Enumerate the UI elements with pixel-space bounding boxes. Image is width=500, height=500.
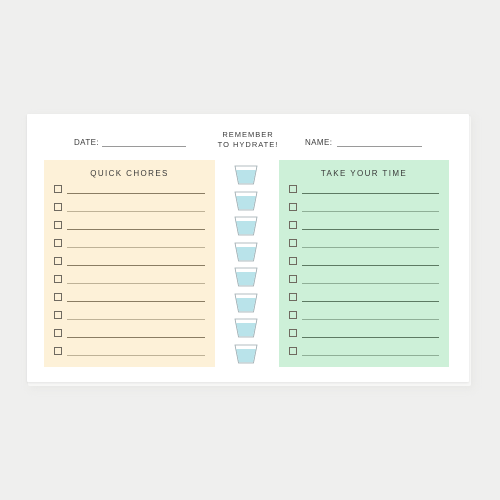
reminder-line-2: TO HYDRATE! [217,140,279,149]
checkbox[interactable] [54,257,62,265]
checklist-item[interactable] [54,239,205,249]
write-line[interactable] [302,211,439,212]
checkbox[interactable] [54,239,62,247]
checklist-item[interactable] [54,347,205,357]
checkbox[interactable] [289,239,297,247]
checkbox[interactable] [54,203,62,211]
panel-title: QUICK CHORES [90,169,169,178]
hydrate-reminder: REMEMBER TO HYDRATE! [196,130,300,150]
checkbox[interactable] [289,293,297,301]
panel-title: TAKE YOUR TIME [320,169,408,178]
water-cup-icon[interactable] [233,266,259,288]
write-line[interactable] [302,319,439,320]
checklist-item[interactable] [54,293,205,303]
write-line[interactable] [67,229,205,230]
checklist-item[interactable] [289,257,439,267]
water-cup-icon[interactable] [233,215,259,237]
checkbox[interactable] [289,329,297,337]
checklist-item[interactable] [54,203,205,213]
take-your-time-panel: TAKE YOUR TIME [279,160,449,367]
checklist-item[interactable] [289,275,439,285]
water-cup-icon[interactable] [233,164,259,186]
write-line[interactable] [67,337,205,338]
checkbox[interactable] [289,203,297,211]
write-line[interactable] [67,247,205,248]
checkbox[interactable] [289,257,297,265]
checkbox[interactable] [54,311,62,319]
write-line[interactable] [67,265,205,266]
quick-chores-panel: QUICK CHORES [44,160,215,367]
checklist-item[interactable] [54,311,205,321]
checklist-item[interactable] [289,221,439,231]
checklist-item[interactable] [289,185,439,195]
checklist-item[interactable] [289,329,439,339]
write-line[interactable] [67,283,205,284]
write-line[interactable] [302,301,439,302]
write-line[interactable] [302,355,439,356]
checkbox[interactable] [54,275,62,283]
checkbox[interactable] [289,347,297,355]
write-line[interactable] [67,319,205,320]
water-cup-icon[interactable] [233,241,259,263]
checkbox[interactable] [289,311,297,319]
checklist-item[interactable] [289,239,439,249]
write-line[interactable] [302,229,439,230]
reminder-line-1: REMEMBER [222,130,274,139]
checklist-item[interactable] [54,275,205,285]
checkbox[interactable] [289,221,297,229]
checkbox[interactable] [54,293,62,301]
write-line[interactable] [302,265,439,266]
water-cup-icon[interactable] [233,317,259,339]
write-line[interactable] [302,337,439,338]
checklist-item[interactable] [54,257,205,267]
water-cup-icon[interactable] [233,343,259,365]
checkbox[interactable] [54,185,62,193]
water-cup-icon[interactable] [233,292,259,314]
write-line[interactable] [67,301,205,302]
write-line[interactable] [67,355,205,356]
checklist-item[interactable] [289,293,439,303]
name-field[interactable] [337,146,422,147]
name-label: NAME: [305,138,333,147]
checklist-item[interactable] [54,329,205,339]
water-cup-icon[interactable] [233,190,259,212]
checklist-item[interactable] [54,221,205,231]
checklist-item[interactable] [54,185,205,195]
checklist-item[interactable] [289,347,439,357]
date-label: DATE: [74,138,99,147]
checkbox[interactable] [289,275,297,283]
write-line[interactable] [302,247,439,248]
checklist-item[interactable] [289,311,439,321]
checkbox[interactable] [54,347,62,355]
checklist-item[interactable] [289,203,439,213]
checkbox[interactable] [289,185,297,193]
write-line[interactable] [302,193,439,194]
date-field[interactable] [102,146,186,147]
write-line[interactable] [67,193,205,194]
write-line[interactable] [67,211,205,212]
write-line[interactable] [302,283,439,284]
checkbox[interactable] [54,329,62,337]
checkbox[interactable] [54,221,62,229]
